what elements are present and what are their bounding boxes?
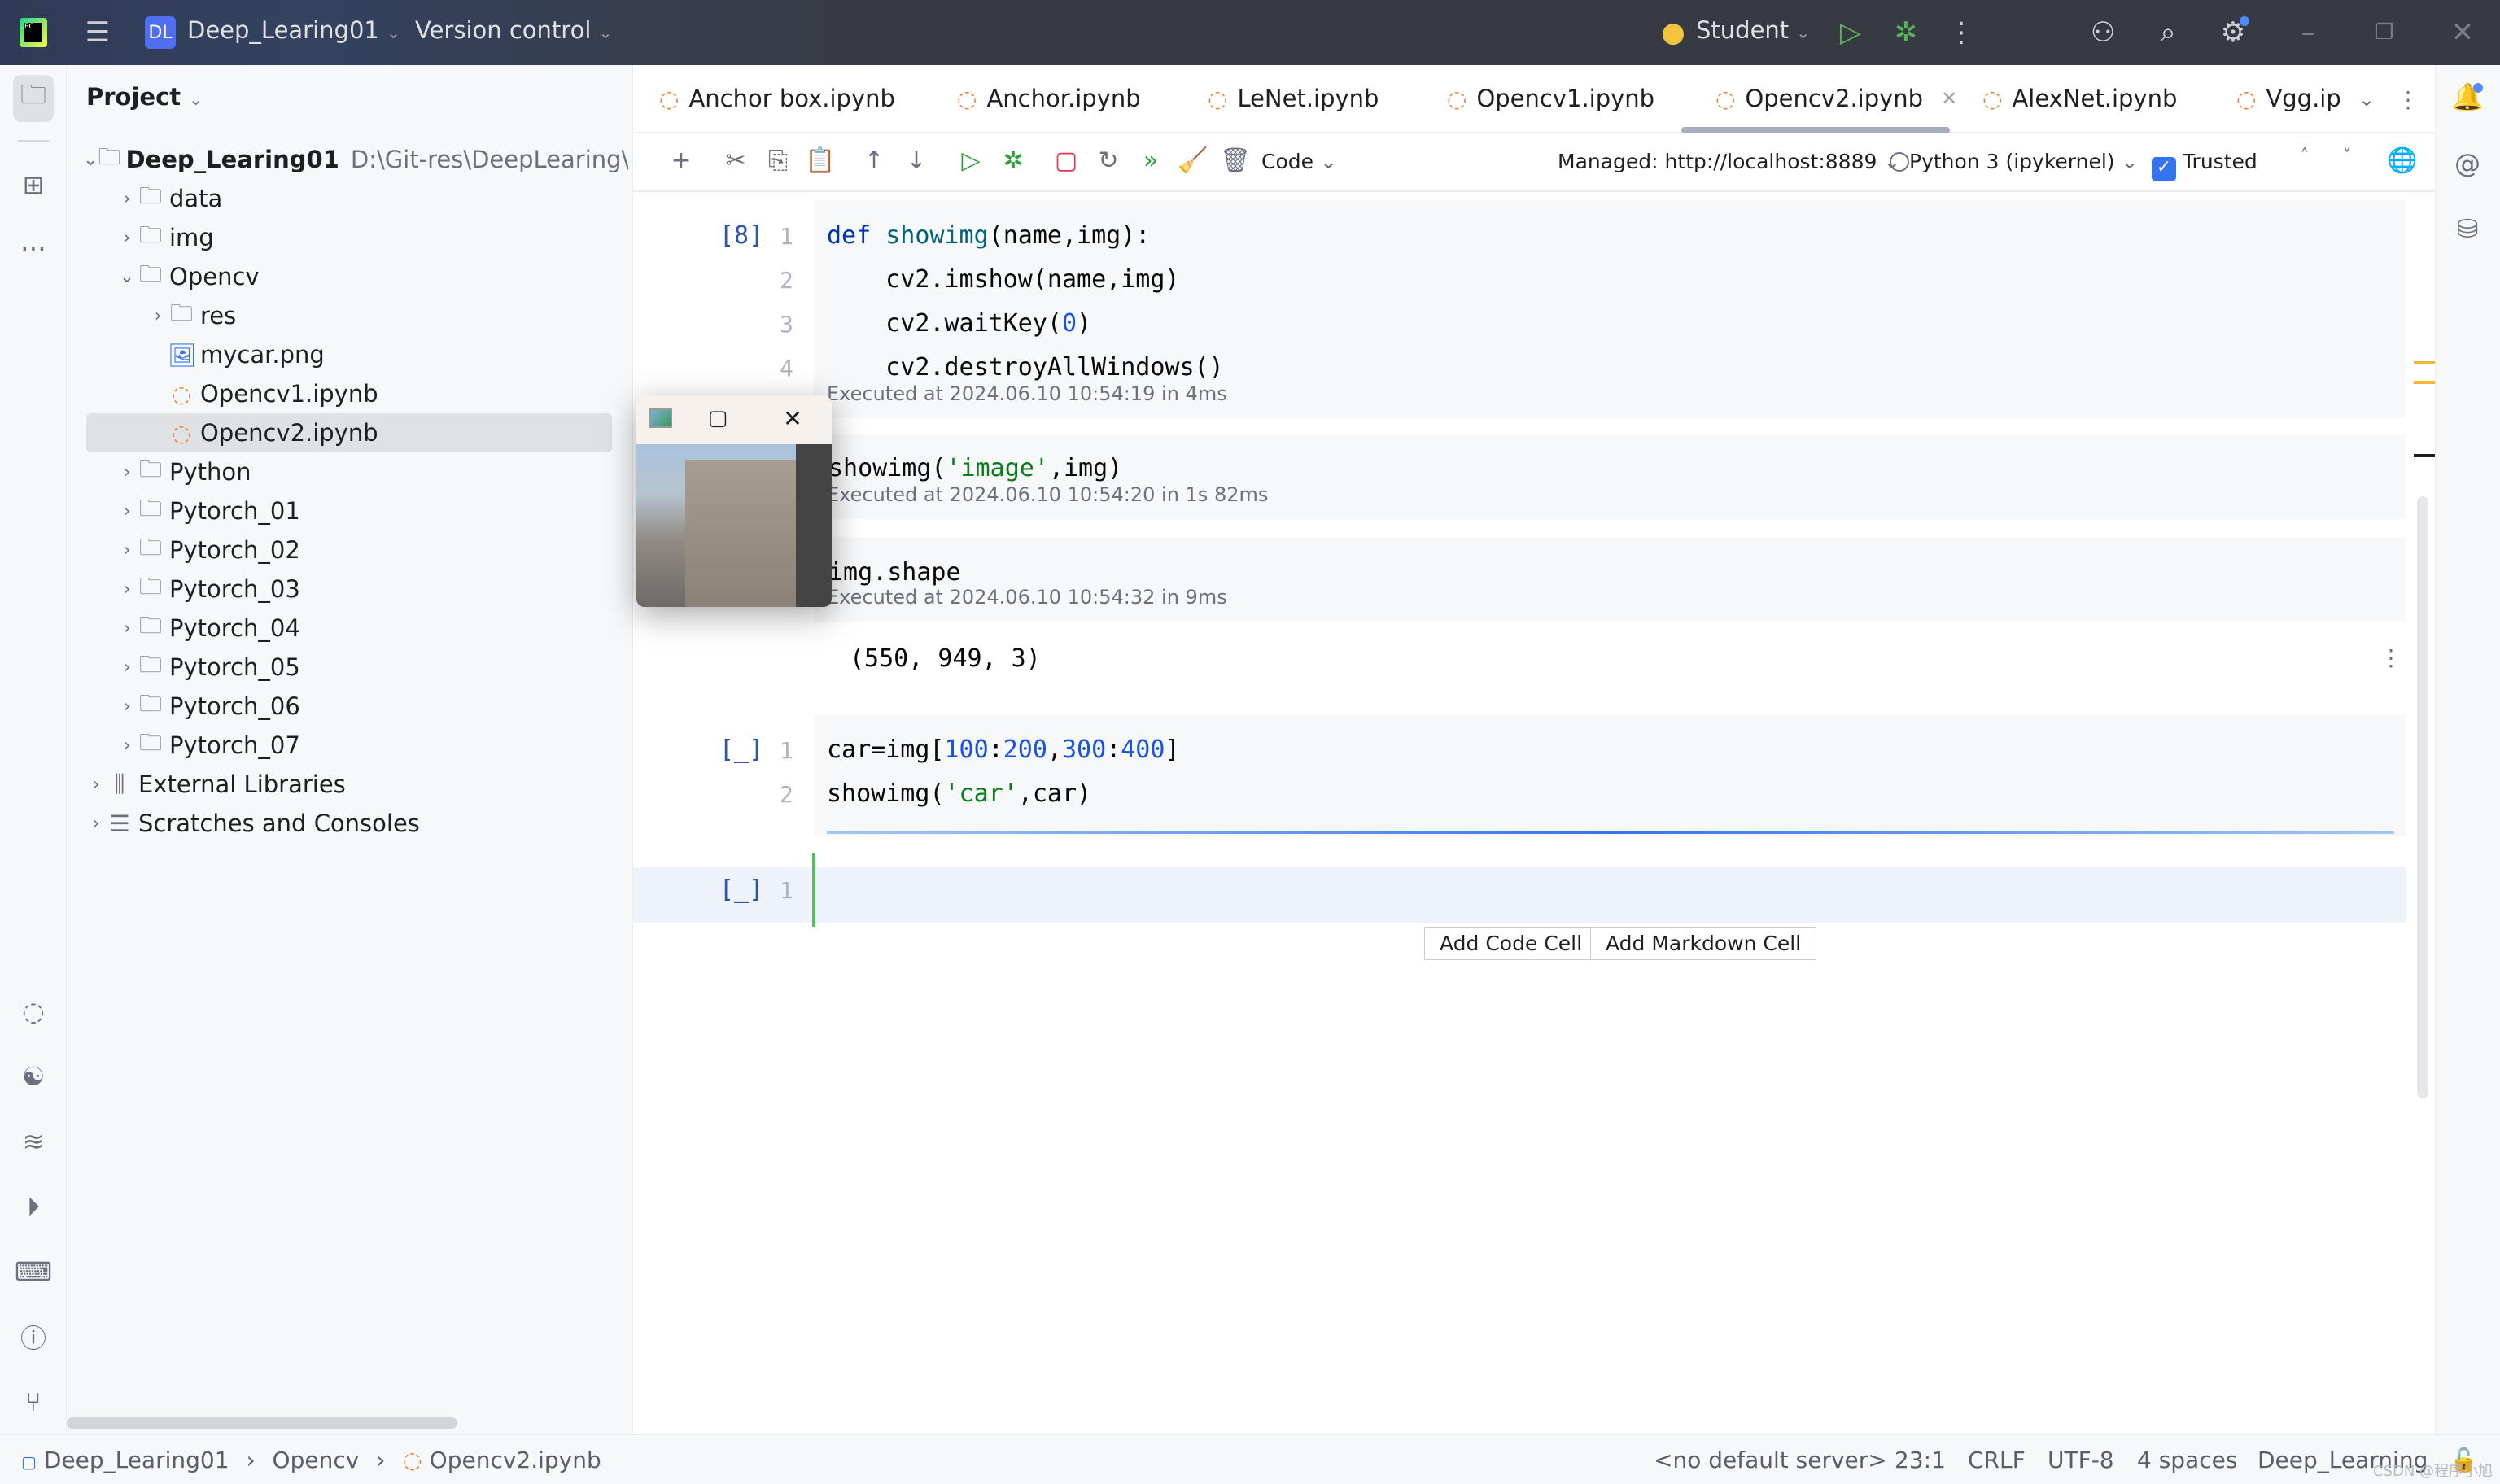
execution-count: [_] [719, 735, 764, 764]
code-token: showimg [885, 221, 989, 250]
code-token: showimg( [828, 454, 946, 482]
code-token: ) [1077, 309, 1092, 338]
code-line[interactable]: img.shape [828, 558, 961, 587]
code-line[interactable]: showimg('image',img) [828, 454, 1122, 482]
line-number: 1 [780, 223, 793, 250]
code-token: : [988, 735, 1003, 764]
code-token: 'image' [946, 454, 1049, 482]
code-line[interactable]: cv2.waitKey(0) [827, 309, 1091, 338]
editor-vertical-scrollbar[interactable] [2417, 496, 2428, 1098]
code-token: car=img[ [827, 735, 945, 764]
line-number: 1 [780, 877, 793, 904]
breadcrumb-item[interactable]: Opencv2.ipynb [430, 1447, 601, 1473]
code-token: img.shape [828, 558, 961, 587]
breadcrumb-item[interactable]: Deep_Learing01 [44, 1447, 229, 1473]
execution-info: Executed at 2024.06.10 10:54:20 in 1s 82… [827, 483, 1269, 506]
code-token: 300 [1062, 735, 1107, 764]
line-number: 3 [780, 311, 793, 338]
file-encoding[interactable]: UTF-8 [2048, 1447, 2114, 1473]
code-token: , [1047, 735, 1062, 764]
execution-info: Executed at 2024.06.10 10:54:19 in 4ms [827, 382, 1227, 405]
ai-assistant-icon[interactable]: @ [2447, 143, 2488, 184]
notebook-icon: ◌ [402, 1447, 422, 1473]
code-token: : [1106, 735, 1121, 764]
add-code-cell-button[interactable]: Add Code Cell [1424, 928, 1598, 960]
notebook-editor: ◌ Anchor box.ipynb ◌ Anchor.ipynb ◌ LeNet.ipy… [633, 65, 2435, 1434]
watermark: CSDN @程序小旭 [2373, 1463, 2493, 1480]
code-token: cv2.waitKey( [827, 309, 1062, 338]
code-token: cv2.imshow(name,img) [827, 265, 1180, 294]
caret-position[interactable]: 23:1 [1895, 1447, 1946, 1473]
code-token: (name,img): [988, 221, 1151, 250]
code-token: 'car' [944, 779, 1018, 808]
line-ending[interactable]: CRLF [1968, 1447, 2026, 1473]
line-number: 4 [780, 355, 793, 382]
code-cell[interactable] [633, 867, 2406, 923]
status-bar: ▢ Deep_Learing01 › Opencv › ◌ Opencv2.ip… [0, 1434, 2500, 1484]
cell-output: (550, 949, 3) [850, 644, 1041, 673]
image-preview [636, 444, 796, 607]
module-icon: ▢ [21, 1452, 37, 1472]
execution-count: [_] [719, 875, 764, 904]
code-token: 400 [1121, 735, 1165, 764]
code-token: def [827, 221, 886, 250]
code-token: ,car) [1017, 779, 1092, 808]
line-number: 2 [780, 267, 793, 294]
warning-marker [2414, 381, 2435, 384]
notebook-cells: ▲2 ▲1 ˄ ˅ [8]1def showimg(name,img):2 cv… [0, 0, 2500, 1484]
output-more-icon[interactable]: ⋮ [2380, 644, 2402, 671]
code-cell[interactable] [814, 537, 2406, 622]
notifications-bell-icon[interactable]: 🔔 [2447, 76, 2488, 117]
chevron-right-icon: › [246, 1447, 256, 1473]
active-cell-bar [812, 853, 815, 928]
chevron-right-icon: › [376, 1447, 386, 1473]
line-number: 1 [780, 737, 793, 764]
caret-marker [2414, 454, 2435, 457]
code-token: showimg( [827, 779, 945, 808]
code-token: 200 [1003, 735, 1047, 764]
code-line[interactable]: showimg('car',car) [827, 779, 1091, 808]
code-token: 100 [944, 735, 989, 764]
execution-info: Executed at 2024.06.10 10:54:32 in 9ms [827, 586, 1227, 609]
code-cell[interactable] [814, 714, 2406, 836]
notification-dot [2473, 83, 2483, 93]
breadcrumb-item[interactable]: Opencv [273, 1447, 360, 1473]
code-line[interactable]: def showimg(name,img): [827, 221, 1150, 250]
right-tool-strip: 🔔 @ ⛁ [2435, 65, 2500, 1434]
opencv-image-window[interactable]: ▢ ✕ [636, 395, 832, 607]
server-status[interactable]: <no default server> [1654, 1447, 1887, 1473]
line-number: 2 [780, 781, 793, 808]
code-token: ] [1165, 735, 1180, 764]
indent-setting[interactable]: 4 spaces [2137, 1447, 2237, 1473]
warning-marker [2414, 361, 2435, 364]
code-line[interactable]: car=img[100:200,300:400] [827, 735, 1180, 764]
code-line[interactable]: cv2.imshow(name,img) [827, 265, 1179, 294]
code-token: cv2.destroyAllWindows() [827, 353, 1224, 382]
image-dark-region [796, 444, 832, 607]
running-progress-bar [827, 831, 2394, 834]
building-shape [685, 460, 796, 607]
execution-count: [8] [719, 221, 764, 250]
window-app-icon [649, 408, 672, 428]
maximize-icon[interactable]: ▢ [703, 404, 732, 433]
code-line[interactable]: cv2.destroyAllWindows() [827, 353, 1224, 382]
database-icon[interactable]: ⛁ [2447, 208, 2488, 249]
add-markdown-cell-button[interactable]: Add Markdown Cell [1590, 928, 1817, 960]
breadcrumb: ▢ Deep_Learing01 › Opencv › ◌ Opencv2.ip… [21, 1447, 601, 1473]
code-token: ,img) [1048, 454, 1123, 482]
code-token: 0 [1061, 309, 1077, 338]
close-icon[interactable]: ✕ [778, 404, 807, 433]
